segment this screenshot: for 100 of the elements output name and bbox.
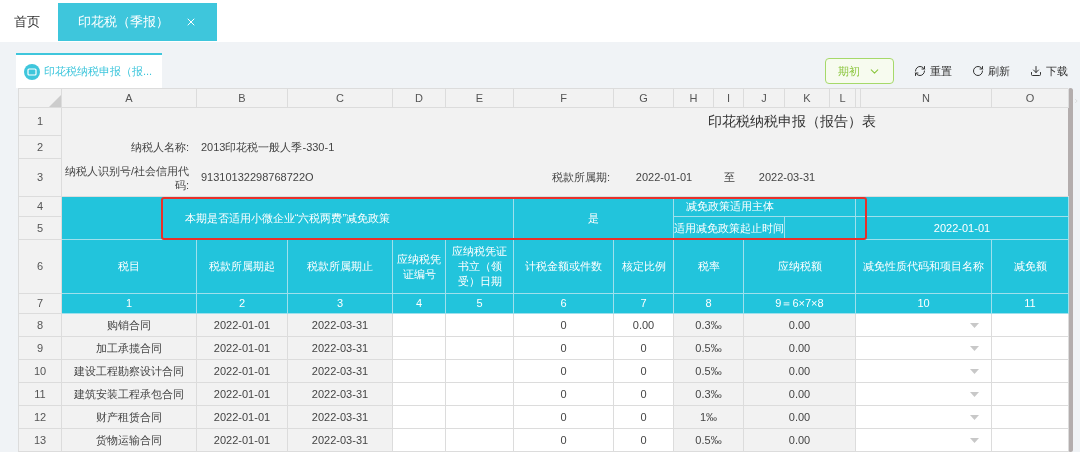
table-cell[interactable]: 0.00: [614, 314, 674, 337]
table-cell: 财产租赁合同: [62, 406, 197, 429]
table-cell: 2022-03-31: [288, 360, 393, 383]
table-cell[interactable]: 0: [614, 383, 674, 406]
row-number: 12: [19, 406, 62, 429]
chevron-right-icon[interactable]: [1073, 96, 1080, 106]
field-value: 91310132298768722O: [201, 170, 314, 186]
table-cell: 0.00: [744, 337, 856, 360]
field-value: 2022-01-01: [635, 170, 693, 186]
select-field[interactable]: [856, 383, 992, 406]
toolbar-action[interactable]: 重置: [914, 62, 952, 80]
column-header: 应纳税额: [744, 240, 856, 294]
table-cell[interactable]: 0: [614, 406, 674, 429]
table-cell[interactable]: 0: [514, 337, 614, 360]
scrollbar[interactable]: [1068, 88, 1074, 452]
caret-icon: [970, 322, 979, 328]
column-header: 减免性质代码和项目名称: [856, 240, 992, 294]
table-cell: 2022-03-31: [288, 314, 393, 337]
table-cell: 2022-01-01: [856, 217, 1069, 240]
column-letter[interactable]: B: [197, 89, 288, 108]
column-letter[interactable]: A: [62, 89, 197, 108]
field-label: 纳税人识别号/社会信用代码:: [63, 163, 189, 192]
table-cell: 2022-01-01: [197, 406, 288, 429]
row-number: 8: [19, 314, 62, 337]
table-cell: 2022-01-01: [197, 383, 288, 406]
form-title: 印花税纳税申报（报告）表: [707, 112, 876, 131]
table-cell: 购销合同: [62, 314, 197, 337]
column-number: 6: [514, 294, 614, 314]
row-number: 10: [19, 360, 62, 383]
column-number: 4: [393, 294, 446, 314]
table-cell: 减免政策适用主体: [674, 197, 856, 217]
table-cell: 0.00: [744, 406, 856, 429]
field-label: 税款所属期:: [551, 170, 610, 186]
column-number: 8: [674, 294, 744, 314]
row-number: 5: [19, 217, 62, 240]
column-letter[interactable]: G: [614, 89, 674, 108]
select-field[interactable]: [856, 429, 992, 452]
row-number: 11: [19, 383, 62, 406]
table-cell: 加工承揽合同: [62, 337, 197, 360]
row-number: 4: [36, 199, 44, 215]
select-field[interactable]: [856, 337, 992, 360]
table-cell[interactable]: 0: [614, 360, 674, 383]
table-cell: 本期是否适用小微企业“六税两费”减免政策: [62, 197, 514, 240]
column-letter[interactable]: E: [446, 89, 514, 108]
column-letter[interactable]: I: [714, 89, 744, 108]
sheet-tab-label: 印花税纳税申报（报...: [44, 64, 153, 80]
caret-icon: [970, 437, 979, 443]
table-cell: 0.3‰: [674, 383, 744, 406]
hidden-column-header[interactable]: [856, 89, 861, 108]
column-header: 税目: [62, 240, 197, 294]
column-header: 税款所属期止: [288, 240, 393, 294]
row-number: 1: [19, 108, 62, 136]
column-header: 核定比例: [614, 240, 674, 294]
table-cell: 2022-03-31: [288, 383, 393, 406]
download-icon: [1030, 65, 1042, 77]
close-icon[interactable]: [185, 16, 197, 28]
field-label: 纳税人名称:: [130, 140, 189, 156]
column-letter[interactable]: F: [514, 89, 614, 108]
select-all-corner[interactable]: [19, 89, 62, 108]
column-letter[interactable]: D: [393, 89, 446, 108]
column-letter[interactable]: K: [785, 89, 830, 108]
caret-icon: [970, 368, 979, 374]
table-cell: 是: [514, 197, 674, 240]
column-number: 7: [614, 294, 674, 314]
table-cell: 货物运输合同: [62, 429, 197, 452]
table-cell: 适用减免政策起止时间: [674, 217, 785, 240]
column-letter[interactable]: C: [288, 89, 393, 108]
table-cell[interactable]: 0: [514, 360, 614, 383]
column-letter[interactable]: L: [830, 89, 856, 108]
row-number: 6: [19, 240, 62, 294]
table-cell: 2022-03-31: [288, 337, 393, 360]
column-number: 10: [856, 294, 992, 314]
table-cell: 0.00: [744, 360, 856, 383]
select-field[interactable]: [856, 360, 992, 383]
table-cell[interactable]: 0: [614, 429, 674, 452]
toolbar-action[interactable]: 刷新: [972, 62, 1010, 80]
select-field[interactable]: [856, 314, 992, 337]
select-field[interactable]: [856, 406, 992, 429]
table-cell: 2022-03-31: [288, 429, 393, 452]
column-letter[interactable]: O: [992, 89, 1069, 108]
table-cell: 0.5‰: [674, 360, 744, 383]
table-cell[interactable]: 0: [514, 314, 614, 337]
table-cell[interactable]: 0: [514, 406, 614, 429]
table-cell[interactable]: 0: [514, 383, 614, 406]
column-letter[interactable]: H: [674, 89, 714, 108]
table-cell: 0.00: [744, 429, 856, 452]
row-number: 3: [19, 159, 62, 197]
tab[interactable]: 首页: [0, 3, 54, 41]
column-header: 税款所属期起: [197, 240, 288, 294]
table-cell[interactable]: 0: [614, 337, 674, 360]
column-number: 5: [446, 294, 514, 314]
caret-icon: [970, 345, 979, 351]
table-cell: 0.3‰: [674, 314, 744, 337]
column-header: 税率: [674, 240, 744, 294]
toolbar-action[interactable]: 下载: [1030, 62, 1068, 80]
column-letter[interactable]: N: [861, 89, 992, 108]
column-letter[interactable]: J: [744, 89, 785, 108]
table-cell: 1‰: [674, 406, 744, 429]
table-cell: 0.5‰: [674, 429, 744, 452]
table-cell[interactable]: 0: [514, 429, 614, 452]
